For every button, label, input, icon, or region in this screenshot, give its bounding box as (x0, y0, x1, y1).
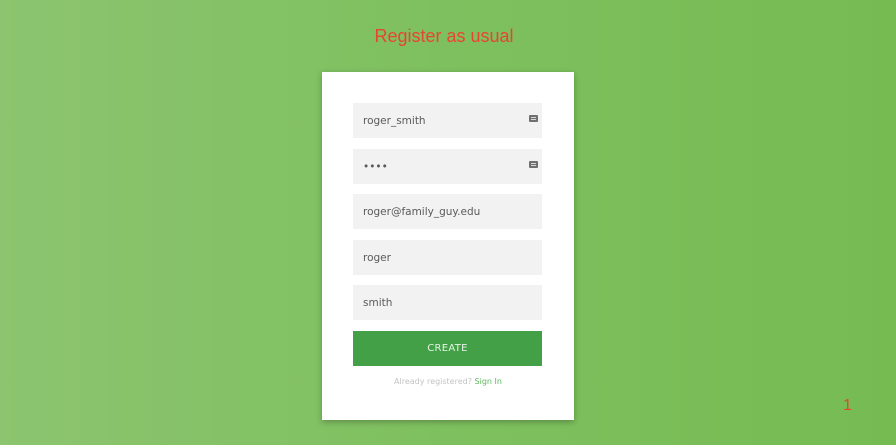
email-input[interactable] (353, 194, 542, 229)
email-field-wrapper (353, 194, 542, 229)
keyboard-icon[interactable] (529, 161, 538, 168)
create-button[interactable]: CREATE (353, 331, 542, 366)
already-registered-text: Already registered? (394, 377, 472, 386)
last-name-input[interactable] (353, 285, 542, 320)
password-input[interactable] (353, 149, 542, 184)
signin-prompt: Already registered? Sign In (322, 377, 574, 386)
username-input[interactable] (353, 103, 542, 138)
password-field-wrapper (353, 149, 542, 184)
register-card: CREATE Already registered? Sign In (322, 72, 574, 420)
sign-in-link[interactable]: Sign In (475, 377, 502, 386)
first-name-input[interactable] (353, 240, 542, 275)
page-number: 1 (843, 397, 852, 414)
keyboard-icon[interactable] (529, 115, 538, 122)
page-heading: Register as usual (374, 26, 514, 46)
last-name-field-wrapper (353, 285, 542, 320)
username-field-wrapper (353, 103, 542, 138)
first-name-field-wrapper (353, 240, 542, 275)
